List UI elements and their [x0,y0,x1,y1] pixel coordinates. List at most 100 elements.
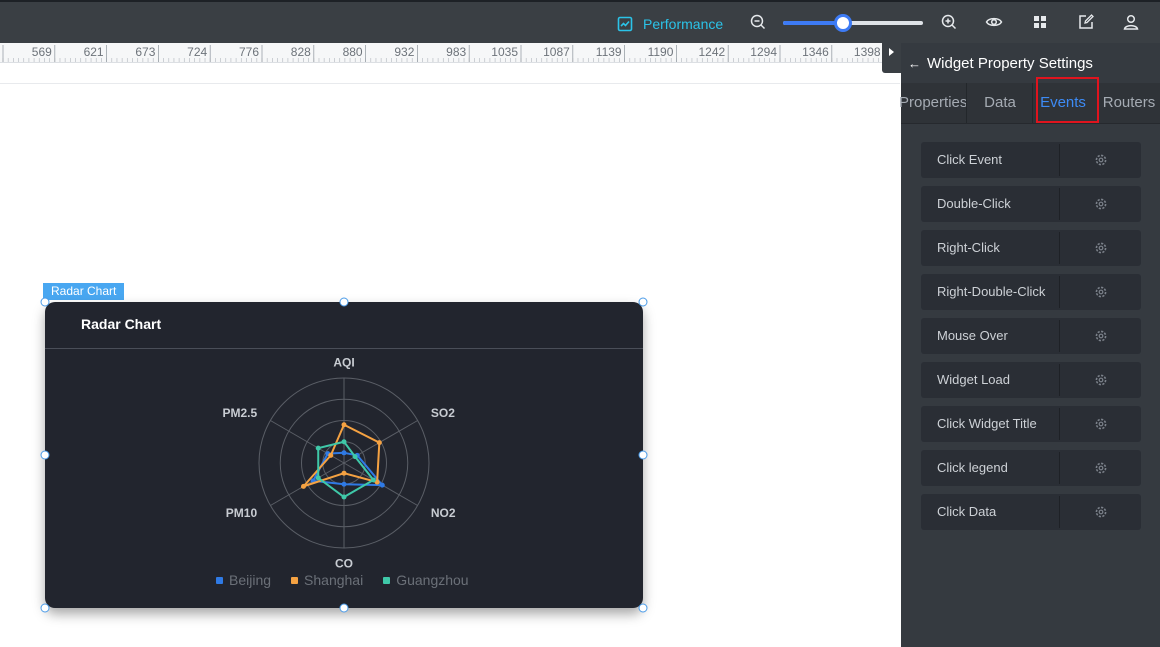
tab-data[interactable]: Data [967,83,1033,123]
panel-tabs: Properties Data Events Routers [899,83,1160,123]
radar-indicator-label: SO2 [431,406,455,420]
property-panel: ← Widget Property Settings Properties Da… [899,43,1160,647]
event-label[interactable]: Click Event [923,144,1060,176]
event-label[interactable]: Click Widget Title [923,408,1060,440]
preview-eye-icon[interactable] [985,13,1003,31]
canvas-guide-line [0,83,900,84]
event-label[interactable]: Widget Load [923,364,1060,396]
edit-icon[interactable] [1077,13,1095,31]
horizontal-ruler: 7569621673724776828880932983103510871139… [0,43,882,63]
zoom-in-icon[interactable] [940,13,958,31]
ruler-tick-label: 1190 [648,45,674,59]
performance-button[interactable]: Performance [617,14,723,34]
event-label[interactable]: Double-Click [923,188,1060,220]
radar-point[interactable] [341,450,347,456]
radar-point[interactable] [376,440,382,446]
event-row[interactable]: Mouse Over [921,318,1141,354]
ruler-tick-label: 1398 [854,45,881,59]
radar-chart[interactable]: AQI SO2 NO2 CO PM10 PM2.5 [45,302,643,608]
user-icon[interactable] [1122,13,1140,31]
radar-axis-line [270,420,345,464]
event-row[interactable]: Right-Double-Click [921,274,1141,310]
performance-icon [617,16,633,32]
ruler-tick-label: 983 [446,45,466,59]
gear-icon[interactable] [1094,285,1108,299]
radar-point[interactable] [315,445,321,451]
tab-routers[interactable]: Routers [1098,83,1160,123]
active-tab-highlight [1036,77,1099,123]
gear-icon[interactable] [1094,241,1108,255]
resize-handle-right[interactable] [638,450,648,460]
event-label[interactable]: Right-Click [923,232,1060,264]
radar-indicator-label: AQI [333,356,354,370]
ruler-tick-label: 1294 [750,45,777,59]
event-row[interactable]: Click Event [921,142,1141,178]
gear-icon[interactable] [1094,461,1108,475]
radar-indicator-label: CO [335,556,353,570]
event-row[interactable]: Click Data [921,494,1141,530]
radar-point[interactable] [341,494,347,500]
back-arrow-icon[interactable]: ← [908,56,921,71]
gear-icon[interactable] [1094,329,1108,343]
gear-icon[interactable] [1094,373,1108,387]
legend-item-shanghai[interactable]: Shanghai [291,572,363,588]
panel-header: ← Widget Property Settings [901,43,1160,83]
resize-handle-bottom[interactable] [339,603,349,613]
performance-label: Performance [643,16,724,32]
resize-handle-bottom-right[interactable] [638,603,648,613]
event-label[interactable]: Right-Double-Click [923,276,1060,308]
radar-point[interactable] [328,452,334,458]
radar-point[interactable] [341,439,347,445]
radar-point[interactable] [341,470,347,476]
ruler-tick-label: 776 [239,45,259,59]
zoom-out-icon[interactable] [749,13,767,31]
legend-item-beijing[interactable]: Beijing [216,572,271,588]
gear-icon[interactable] [1094,505,1108,519]
legend-label: Beijing [229,572,272,588]
legend-label: Guangzhou [396,572,469,588]
legend-swatch [383,576,391,584]
grid-layout-icon[interactable] [1031,13,1049,31]
zoom-slider-handle[interactable] [834,14,853,32]
zoom-slider[interactable] [783,14,923,32]
event-label[interactable]: Mouse Over [923,320,1060,352]
radar-point[interactable] [352,454,358,460]
legend-label: Shanghai [304,572,364,588]
radar-point[interactable] [341,481,347,487]
ruler-collapse-button[interactable] [882,43,901,73]
widget-type-tag: Radar Chart [43,283,125,300]
radar-point[interactable] [315,475,321,481]
event-row[interactable]: Widget Load [921,362,1141,398]
resize-handle-top-left[interactable] [40,297,50,307]
event-row[interactable]: Click legend [921,450,1141,486]
ruler-tick-label: 724 [187,45,207,59]
resize-handle-top-right[interactable] [638,297,648,307]
radar-series-guangzhou[interactable] [317,440,375,499]
ruler-tick-label: 621 [84,45,104,59]
ruler-tick-label: 673 [135,45,155,59]
radar-indicator-label: PM10 [226,506,258,520]
legend-swatch [291,576,299,584]
event-row[interactable]: Double-Click [921,186,1141,222]
event-row[interactable]: Right-Click [921,230,1141,266]
caret-right-icon [889,48,894,56]
resize-handle-left[interactable] [40,450,50,460]
chart-legend[interactable]: Beijing Shanghai Guangzhou [216,572,489,588]
ruler-tick-label: 828 [291,45,311,59]
tab-properties[interactable]: Properties [899,83,967,123]
gear-icon[interactable] [1094,417,1108,431]
event-label[interactable]: Click Data [923,496,1060,528]
legend-item-guangzhou[interactable]: Guangzhou [383,572,469,588]
radar-point[interactable] [370,477,376,483]
radar-point[interactable] [301,483,307,489]
radar-point[interactable] [341,422,347,428]
radar-point[interactable] [379,482,385,488]
resize-handle-top[interactable] [339,297,349,307]
event-row[interactable]: Click Widget Title [921,406,1141,442]
resize-handle-bottom-left[interactable] [40,603,50,613]
radar-chart-widget[interactable]: Radar Chart AQI SO2 NO2 CO PM10 PM2.5 Beijing… [45,302,643,608]
gear-icon[interactable] [1094,197,1108,211]
event-label[interactable]: Click legend [923,452,1060,484]
gear-icon[interactable] [1094,153,1108,167]
radar-indicator-label: PM2.5 [222,406,257,420]
